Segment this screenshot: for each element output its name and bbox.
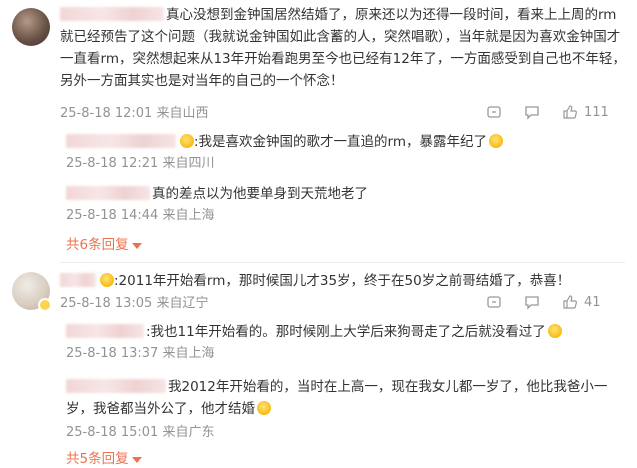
username-blurred[interactable] (66, 134, 176, 148)
reply-2-1: :我也11年开始看的。那时候刚上大学后来狗哥走了之后就没看过了 25-8-18 … (60, 320, 620, 368)
reply-meta: 25-8-18 14:44 来自上海 (66, 208, 215, 223)
thumbs-up-icon[interactable] (562, 104, 578, 120)
comment-1: 真心没想到金钟国居然结婚了，原来还以为还得一段时间，看来上上周的rm 就已经预告… (0, 0, 637, 262)
more-replies-label: 共6条回复 (66, 237, 129, 253)
reply-text: :我是喜欢金钟国的歌才一直追的rm，暴露年纪了 (66, 132, 504, 152)
username-blurred[interactable] (66, 186, 150, 200)
like-count: 41 (584, 294, 601, 310)
thumbs-up-icon[interactable] (562, 294, 578, 310)
avatar[interactable] (12, 8, 50, 46)
reply-1-1: :我是喜欢金钟国的歌才一直追的rm，暴露年纪了 25-8-18 12:21 来自… (60, 130, 620, 178)
comment-1-text: 真心没想到金钟国居然结婚了，原来还以为还得一段时间，看来上上周的rm 就已经预告… (60, 7, 626, 89)
comment-icon[interactable] (524, 294, 540, 310)
comment-2: :2011年开始看rm，那时候国儿才35岁，终于在50岁之前哥结婚了，恭喜！ 2… (0, 262, 637, 468)
comment-icon[interactable] (524, 104, 540, 120)
username-blurred[interactable] (66, 379, 166, 393)
username-blurred[interactable] (60, 273, 96, 287)
hand-emoji-icon (100, 273, 114, 287)
reply-meta: 25-8-18 12:21 来自四川 (66, 156, 215, 171)
verified-badge-icon (38, 298, 52, 312)
reply-meta: 25-8-18 13:37 来自上海 (66, 346, 215, 361)
share-icon[interactable] (486, 294, 502, 310)
reply-2-2: 我2012年开始看的，当时在上高一，现在我女儿都一岁了，他比我爸小一 岁，我爸都… (60, 374, 620, 444)
reply-meta: 25-8-18 15:01 来自广东 (66, 425, 215, 440)
more-replies-link[interactable]: 共5条回复 (66, 450, 142, 468)
reply-1-2: 真的差点以为他要单身到天荒地老了 25-8-18 14:44 来自上海 (60, 182, 620, 230)
hand-emoji-icon (180, 134, 194, 148)
laugh-emoji-icon (547, 324, 562, 338)
more-replies-label: 共5条回复 (66, 451, 129, 467)
chevron-down-icon (131, 457, 142, 463)
comment-2-actions: 41 (486, 294, 601, 310)
comment-1-meta: 25-8-18 12:01 来自山西 (60, 106, 209, 121)
comment-2-meta: 25-8-18 13:05 来自辽宁 (60, 296, 209, 311)
reply-text: :我也11年开始看的。那时候刚上大学后来狗哥走了之后就没看过了 (66, 322, 562, 342)
share-icon[interactable] (486, 104, 502, 120)
laugh-emoji-icon (489, 134, 504, 148)
more-replies-link[interactable]: 共6条回复 (66, 236, 142, 254)
username-blurred[interactable] (60, 7, 164, 21)
comment-2-text: :2011年开始看rm，那时候国儿才35岁，终于在50岁之前哥结婚了，恭喜！ (60, 270, 630, 292)
comment-1-actions: 111 (486, 104, 609, 120)
reply-text: 真的差点以为他要单身到天荒地老了 (66, 184, 368, 204)
username-blurred[interactable] (66, 324, 144, 338)
like-count: 111 (584, 104, 609, 120)
reply-text: 我2012年开始看的，当时在上高一，现在我女儿都一岁了，他比我爸小一 岁，我爸都… (66, 379, 608, 417)
avatar[interactable] (12, 272, 52, 312)
chevron-down-icon (131, 243, 142, 249)
grin-emoji-icon (257, 401, 271, 415)
